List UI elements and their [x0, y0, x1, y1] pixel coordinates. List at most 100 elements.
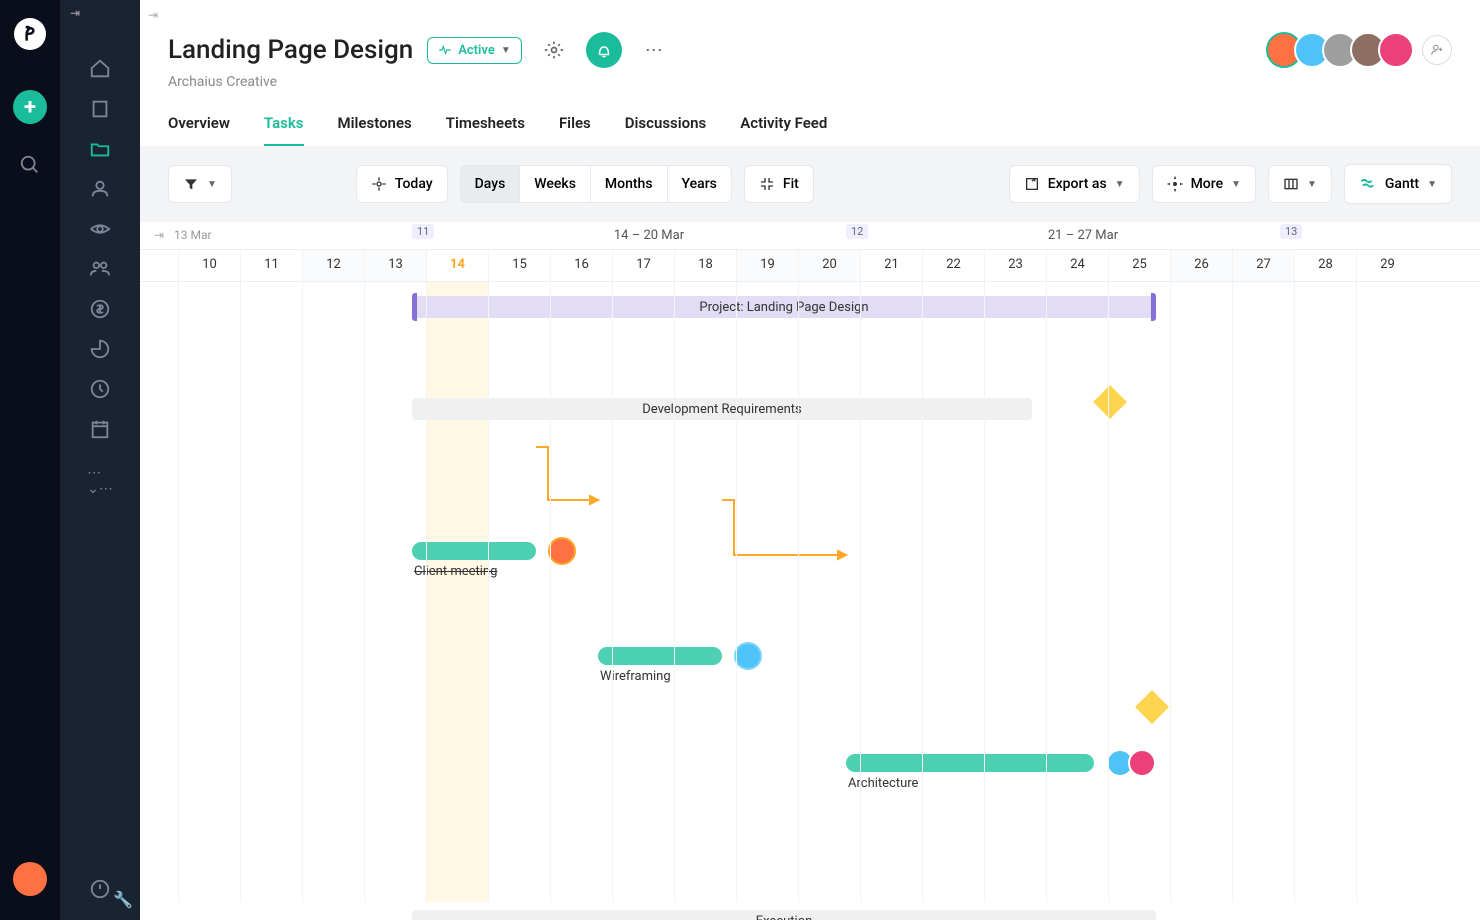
day-cell[interactable]: 17	[612, 250, 674, 281]
day-cell[interactable]: 16	[550, 250, 612, 281]
chevron-down-icon: ▼	[207, 179, 217, 190]
day-cell[interactable]: 19	[736, 250, 798, 281]
day-cell[interactable]: 15	[488, 250, 550, 281]
day-cell[interactable]: 12	[302, 250, 364, 281]
timeline-days: 1011121314151617181920212223242526272829	[140, 250, 1480, 282]
home-icon[interactable]	[89, 58, 111, 80]
day-cell[interactable]: 20	[798, 250, 860, 281]
day-cell[interactable]: 14	[426, 250, 488, 281]
fit-button[interactable]: Fit	[744, 165, 814, 203]
more-dropdown[interactable]: More▼	[1152, 165, 1256, 203]
member-avatars[interactable]	[1266, 32, 1452, 68]
task-bar-client-meeting[interactable]: Client meeting	[412, 542, 536, 560]
wrench-icon[interactable]: 🔧	[116, 892, 130, 906]
export-icon	[1024, 176, 1040, 192]
users-icon[interactable]	[89, 258, 111, 280]
day-cell[interactable]: 23	[984, 250, 1046, 281]
chevron-down-icon: ▼	[1231, 179, 1241, 190]
dots-icon: ⋯	[645, 40, 663, 61]
day-cell[interactable]: 26	[1170, 250, 1232, 281]
day-cell[interactable]: 22	[922, 250, 984, 281]
task-bar-wireframing[interactable]: Wireframing	[598, 647, 722, 665]
tab-timesheets[interactable]: Timesheets	[446, 114, 525, 146]
week-badge: 13	[1280, 224, 1302, 239]
panel-expand-icon[interactable]: ⇥	[148, 8, 1480, 22]
main-content: ⇥ Landing Page Design Active ▼ ⋯ Archaiu…	[140, 0, 1480, 920]
avatar[interactable]	[1378, 32, 1414, 68]
task-avatar[interactable]	[548, 537, 576, 565]
power-icon[interactable]	[89, 878, 111, 900]
current-user-avatar[interactable]	[13, 862, 47, 896]
group-bar[interactable]: Development Requirements	[412, 398, 1032, 420]
scale-months[interactable]: Months	[590, 165, 667, 203]
building-icon[interactable]	[89, 98, 111, 120]
scale-days[interactable]: Days	[460, 165, 520, 203]
tab-milestones[interactable]: Milestones	[338, 114, 412, 146]
chevron-down-icon: ▼	[1427, 179, 1437, 190]
sidebar-secondary: ⇥ ⋯⌄⋯ 🔧	[60, 0, 140, 920]
task-avatar[interactable]	[1128, 749, 1156, 777]
project-title: Landing Page Design	[168, 35, 413, 65]
tab-files[interactable]: Files	[559, 114, 591, 146]
add-member-button[interactable]	[1422, 35, 1452, 65]
day-cell[interactable]: 11	[240, 250, 302, 281]
filter-icon	[183, 176, 199, 192]
gear-icon	[1167, 176, 1183, 192]
day-cell[interactable]: 29	[1356, 250, 1418, 281]
settings-button[interactable]	[536, 32, 572, 68]
project-bar[interactable]: Project: Landing Page Design	[412, 296, 1156, 318]
pulse-icon	[438, 43, 452, 57]
clock-icon[interactable]	[89, 378, 111, 400]
expand-icon[interactable]: ⇥	[154, 228, 164, 242]
scale-weeks[interactable]: Weeks	[519, 165, 590, 203]
add-button[interactable]: +	[13, 90, 47, 124]
export-button[interactable]: Export as▼	[1009, 165, 1140, 203]
day-cell[interactable]: 27	[1232, 250, 1294, 281]
task-avatar[interactable]	[734, 642, 762, 670]
view-dropdown[interactable]: Gantt▼	[1344, 164, 1452, 204]
folder-icon[interactable]	[89, 138, 111, 160]
today-button[interactable]: Today	[356, 165, 448, 203]
expand-menu-icon[interactable]: ⋯⌄⋯	[89, 470, 111, 492]
scale-years[interactable]: Years	[667, 165, 732, 203]
day-cell[interactable]: 13	[364, 250, 426, 281]
search-icon[interactable]	[19, 154, 41, 176]
gantt-container: ⇥ 13 Mar 11 14 – 20 Mar 12 21 – 27 Mar 1…	[140, 222, 1480, 920]
calendar-icon[interactable]	[89, 418, 111, 440]
tab-activity[interactable]: Activity Feed	[740, 114, 827, 146]
expand-icon[interactable]: ⇥	[70, 6, 80, 20]
tabs: Overview Tasks Milestones Timesheets Fil…	[168, 114, 1452, 146]
status-dropdown[interactable]: Active ▼	[427, 37, 522, 64]
scale-group: Days Weeks Months Years	[460, 165, 732, 203]
week-label: 21 – 27 Mar	[866, 228, 1300, 243]
group-bar[interactable]: Execution	[412, 910, 1156, 920]
dollar-icon[interactable]	[89, 298, 111, 320]
filter-button[interactable]: ▼	[168, 165, 232, 203]
more-button[interactable]: ⋯	[636, 32, 672, 68]
task-bar-architecture[interactable]: Architecture	[846, 754, 1094, 772]
target-icon	[371, 176, 387, 192]
app-logo[interactable]	[14, 18, 46, 50]
week-label: 14 – 20 Mar	[432, 228, 866, 243]
timeline-weeks: ⇥ 13 Mar 11 14 – 20 Mar 12 21 – 27 Mar 1…	[140, 222, 1480, 250]
day-cell[interactable]: 25	[1108, 250, 1170, 281]
project-subtitle: Archaius Creative	[168, 74, 1452, 90]
tab-overview[interactable]: Overview	[168, 114, 230, 146]
task-label: Architecture	[848, 776, 918, 791]
task-label: Wireframing	[600, 669, 671, 684]
user-icon[interactable]	[89, 178, 111, 200]
tab-discussions[interactable]: Discussions	[625, 114, 706, 146]
day-cell[interactable]: 10	[178, 250, 240, 281]
eye-icon[interactable]	[89, 218, 111, 240]
tab-tasks[interactable]: Tasks	[264, 114, 304, 146]
day-cell[interactable]: 18	[674, 250, 736, 281]
status-label: Active	[458, 43, 495, 58]
columns-button[interactable]: ▼	[1268, 165, 1332, 203]
chart-icon[interactable]	[89, 338, 111, 360]
day-cell[interactable]: 28	[1294, 250, 1356, 281]
day-cell[interactable]: 21	[860, 250, 922, 281]
gantt-icon	[1359, 175, 1377, 193]
notifications-button[interactable]	[586, 32, 622, 68]
day-cell[interactable]: 24	[1046, 250, 1108, 281]
gantt-chart[interactable]: ⇥ 13 Mar 11 14 – 20 Mar 12 21 – 27 Mar 1…	[140, 222, 1480, 920]
